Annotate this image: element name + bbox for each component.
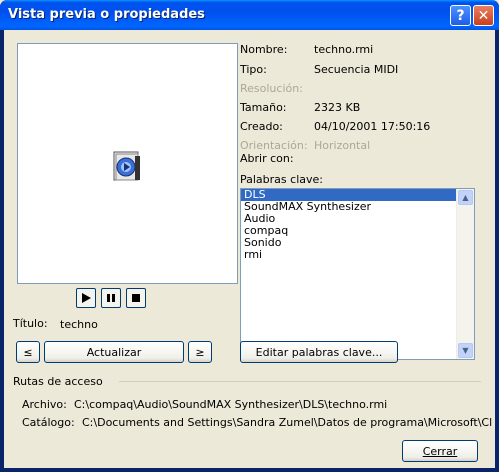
- close-icon: ✕: [477, 7, 490, 24]
- archivo-label: Archivo:: [22, 398, 67, 411]
- pause-button[interactable]: [101, 288, 121, 308]
- orientacion-value: Horizontal: [314, 139, 371, 152]
- edit-keywords-label: Editar palabras clave...: [255, 345, 383, 359]
- tamano-label: Tamaño:: [240, 101, 287, 114]
- stop-icon: [132, 294, 140, 302]
- title-input[interactable]: [60, 316, 240, 332]
- tamano-value: 2323 KB: [314, 101, 361, 114]
- window-title: Vista previa o propiedades: [8, 7, 205, 22]
- orientacion-label: Orientación:: [240, 139, 308, 152]
- group-divider: [119, 381, 481, 382]
- list-item[interactable]: Sonido: [241, 237, 474, 249]
- help-button[interactable]: ?: [450, 5, 471, 26]
- next-label: ≥: [195, 345, 205, 359]
- catalogo-label: Catálogo:: [22, 416, 75, 429]
- keywords-listbox[interactable]: DLS SoundMAX Synthesizer Audio compaq So…: [240, 188, 475, 360]
- nombre-value: techno.rmi: [314, 43, 374, 56]
- tipo-value: Secuencia MIDI: [314, 63, 399, 76]
- previous-button[interactable]: ≤: [16, 341, 40, 363]
- preview-pane: [17, 43, 238, 284]
- previous-label: ≤: [23, 345, 33, 359]
- scroll-down-icon[interactable]: ▼: [458, 343, 473, 358]
- help-icon: ?: [456, 7, 465, 24]
- dialog-client: Título: ≤ Actualizar ≥ Nombre: techno.rm…: [4, 30, 495, 468]
- list-item[interactable]: rmi: [241, 249, 474, 261]
- paths-group-label: Rutas de acceso: [13, 375, 103, 388]
- play-button[interactable]: [76, 288, 96, 308]
- title-label: Título:: [13, 317, 48, 330]
- close-window-button[interactable]: ✕: [473, 5, 494, 26]
- archivo-value: C:\compaq\Audio\SoundMAX Synthesizer\DLS…: [74, 398, 388, 411]
- dialog-window: Vista previa o propiedades ? ✕ Título: t…: [0, 0, 499, 472]
- list-item[interactable]: SoundMAX Synthesizer: [241, 201, 474, 213]
- play-icon: [82, 293, 91, 303]
- vertical-scrollbar[interactable]: ▲ ▼: [456, 189, 474, 359]
- creado-value: 04/10/2001 17:50:16: [314, 120, 431, 133]
- next-button[interactable]: ≥: [188, 341, 212, 363]
- close-button[interactable]: Cerrar: [402, 440, 478, 462]
- tipo-label: Tipo:: [240, 63, 267, 76]
- close-label: Cerrar: [422, 444, 458, 458]
- catalogo-value: C:\Documents and Settings\Sandra Zumel\D…: [82, 416, 492, 429]
- nombre-label: Nombre:: [240, 43, 288, 56]
- title-bar[interactable]: Vista previa o propiedades ? ✕: [0, 0, 499, 30]
- refresh-label: Actualizar: [86, 345, 142, 359]
- scroll-up-icon[interactable]: ▲: [458, 190, 473, 205]
- edit-keywords-button[interactable]: Editar palabras clave...: [240, 341, 398, 363]
- creado-label: Creado:: [240, 120, 283, 133]
- resolucion-label: Resolución:: [240, 82, 303, 95]
- refresh-button[interactable]: Actualizar: [44, 341, 184, 363]
- pause-icon: [107, 294, 115, 302]
- midi-file-icon: [113, 151, 140, 181]
- keywords-label: Palabras clave:: [240, 173, 323, 186]
- stop-button[interactable]: [126, 288, 146, 308]
- abrir-con-label: Abrir con:: [240, 152, 294, 165]
